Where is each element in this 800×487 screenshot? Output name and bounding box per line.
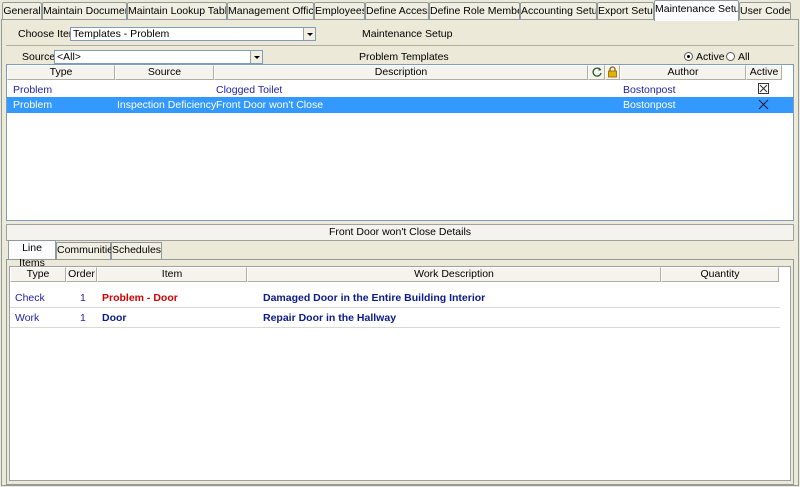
tab-export-setup[interactable]: Export Setup [597, 2, 654, 20]
all-radio-label: All [738, 51, 750, 63]
column-header-author[interactable]: Author [620, 65, 746, 80]
row-description: Clogged Toilet [216, 84, 283, 96]
tab-maintain-documents[interactable]: Maintain Documents [42, 2, 127, 20]
column-header-item[interactable]: Item [97, 267, 247, 282]
tab-maintain-lookup-tables[interactable]: Maintain Lookup Tables [127, 2, 227, 20]
choose-item-dropdown[interactable]: Templates - Problem [70, 27, 316, 41]
tab-accounting-setup[interactable]: Accounting Setup [520, 2, 597, 20]
line-order: 1 [80, 312, 86, 324]
chevron-down-icon[interactable] [250, 51, 262, 63]
checkbox-checked-icon[interactable] [758, 99, 769, 110]
line-work-description: Damaged Door in the Entire Building Inte… [263, 292, 486, 304]
refresh-icon[interactable] [591, 66, 603, 78]
active-radio-label: Active [696, 51, 725, 63]
tab-line-items[interactable]: Line Items [8, 240, 56, 269]
tab-schedules[interactable]: Schedules [111, 242, 162, 259]
divider [6, 45, 794, 46]
row-source: Inspection Deficiency [117, 99, 217, 111]
row-type: Problem [13, 99, 53, 111]
line-order: 1 [80, 292, 86, 304]
line-type: Check [15, 292, 45, 304]
line-type: Work [15, 312, 40, 324]
row-description: Front Door won't Close [216, 99, 324, 111]
choose-item-value: Templates - Problem [73, 28, 170, 40]
details-header: Front Door won't Close Details [6, 224, 794, 241]
column-header-source[interactable]: Source [115, 65, 214, 80]
top-tab-bar: General Maintain Documents Maintain Look… [0, 0, 800, 21]
chevron-down-icon[interactable] [303, 28, 315, 40]
tab-maintenance-setup[interactable]: Maintenance Setup [654, 0, 739, 21]
line-work-description: Repair Door in the Hallway [263, 312, 397, 324]
source-label: Source: [22, 51, 59, 63]
tab-define-role-members[interactable]: Define Role Members [429, 2, 520, 20]
column-header-order[interactable]: Order [66, 267, 97, 282]
column-header-description[interactable]: Description [214, 65, 588, 80]
source-value: <All> [57, 51, 81, 63]
tab-define-access[interactable]: Define Access [365, 2, 429, 20]
row-type: Problem [13, 84, 53, 96]
checkbox-checked-icon[interactable] [758, 83, 769, 94]
table-row-selected[interactable]: Problem Inspection Deficiency Front Door… [7, 97, 793, 113]
column-header-type[interactable]: Type [7, 65, 115, 80]
column-header-work-description[interactable]: Work Description [247, 267, 661, 282]
refresh-column[interactable] [588, 65, 605, 80]
column-header-quantity[interactable]: Quantity [661, 267, 779, 282]
tab-general[interactable]: General [2, 2, 42, 20]
tab-management-offices[interactable]: Management Offices [227, 2, 314, 20]
column-header-active[interactable]: Active [746, 65, 782, 80]
radio-icon [726, 52, 735, 61]
table-row[interactable]: Check 1 Problem - Door Damaged Door in t… [10, 289, 780, 308]
problem-templates-title: Problem Templates [359, 51, 449, 63]
active-radio[interactable]: Active [684, 51, 725, 63]
line-item: Door [102, 312, 127, 324]
lock-column[interactable] [605, 65, 620, 80]
tab-employees[interactable]: Employees [314, 2, 365, 20]
tab-communities[interactable]: Communities [56, 242, 118, 259]
row-author: Bostonpost [623, 99, 676, 111]
line-item: Problem - Door [102, 292, 178, 304]
all-radio[interactable]: All [726, 51, 750, 63]
source-dropdown[interactable]: <All> [54, 50, 263, 64]
table-row[interactable]: Work 1 Door Repair Door in the Hallway [10, 309, 780, 328]
lock-icon[interactable] [607, 66, 618, 78]
radio-selected-icon [684, 52, 693, 61]
tab-user-codes[interactable]: User Codes [739, 2, 791, 20]
row-author: Bostonpost [623, 84, 676, 96]
section-title: Maintenance Setup [362, 28, 453, 40]
